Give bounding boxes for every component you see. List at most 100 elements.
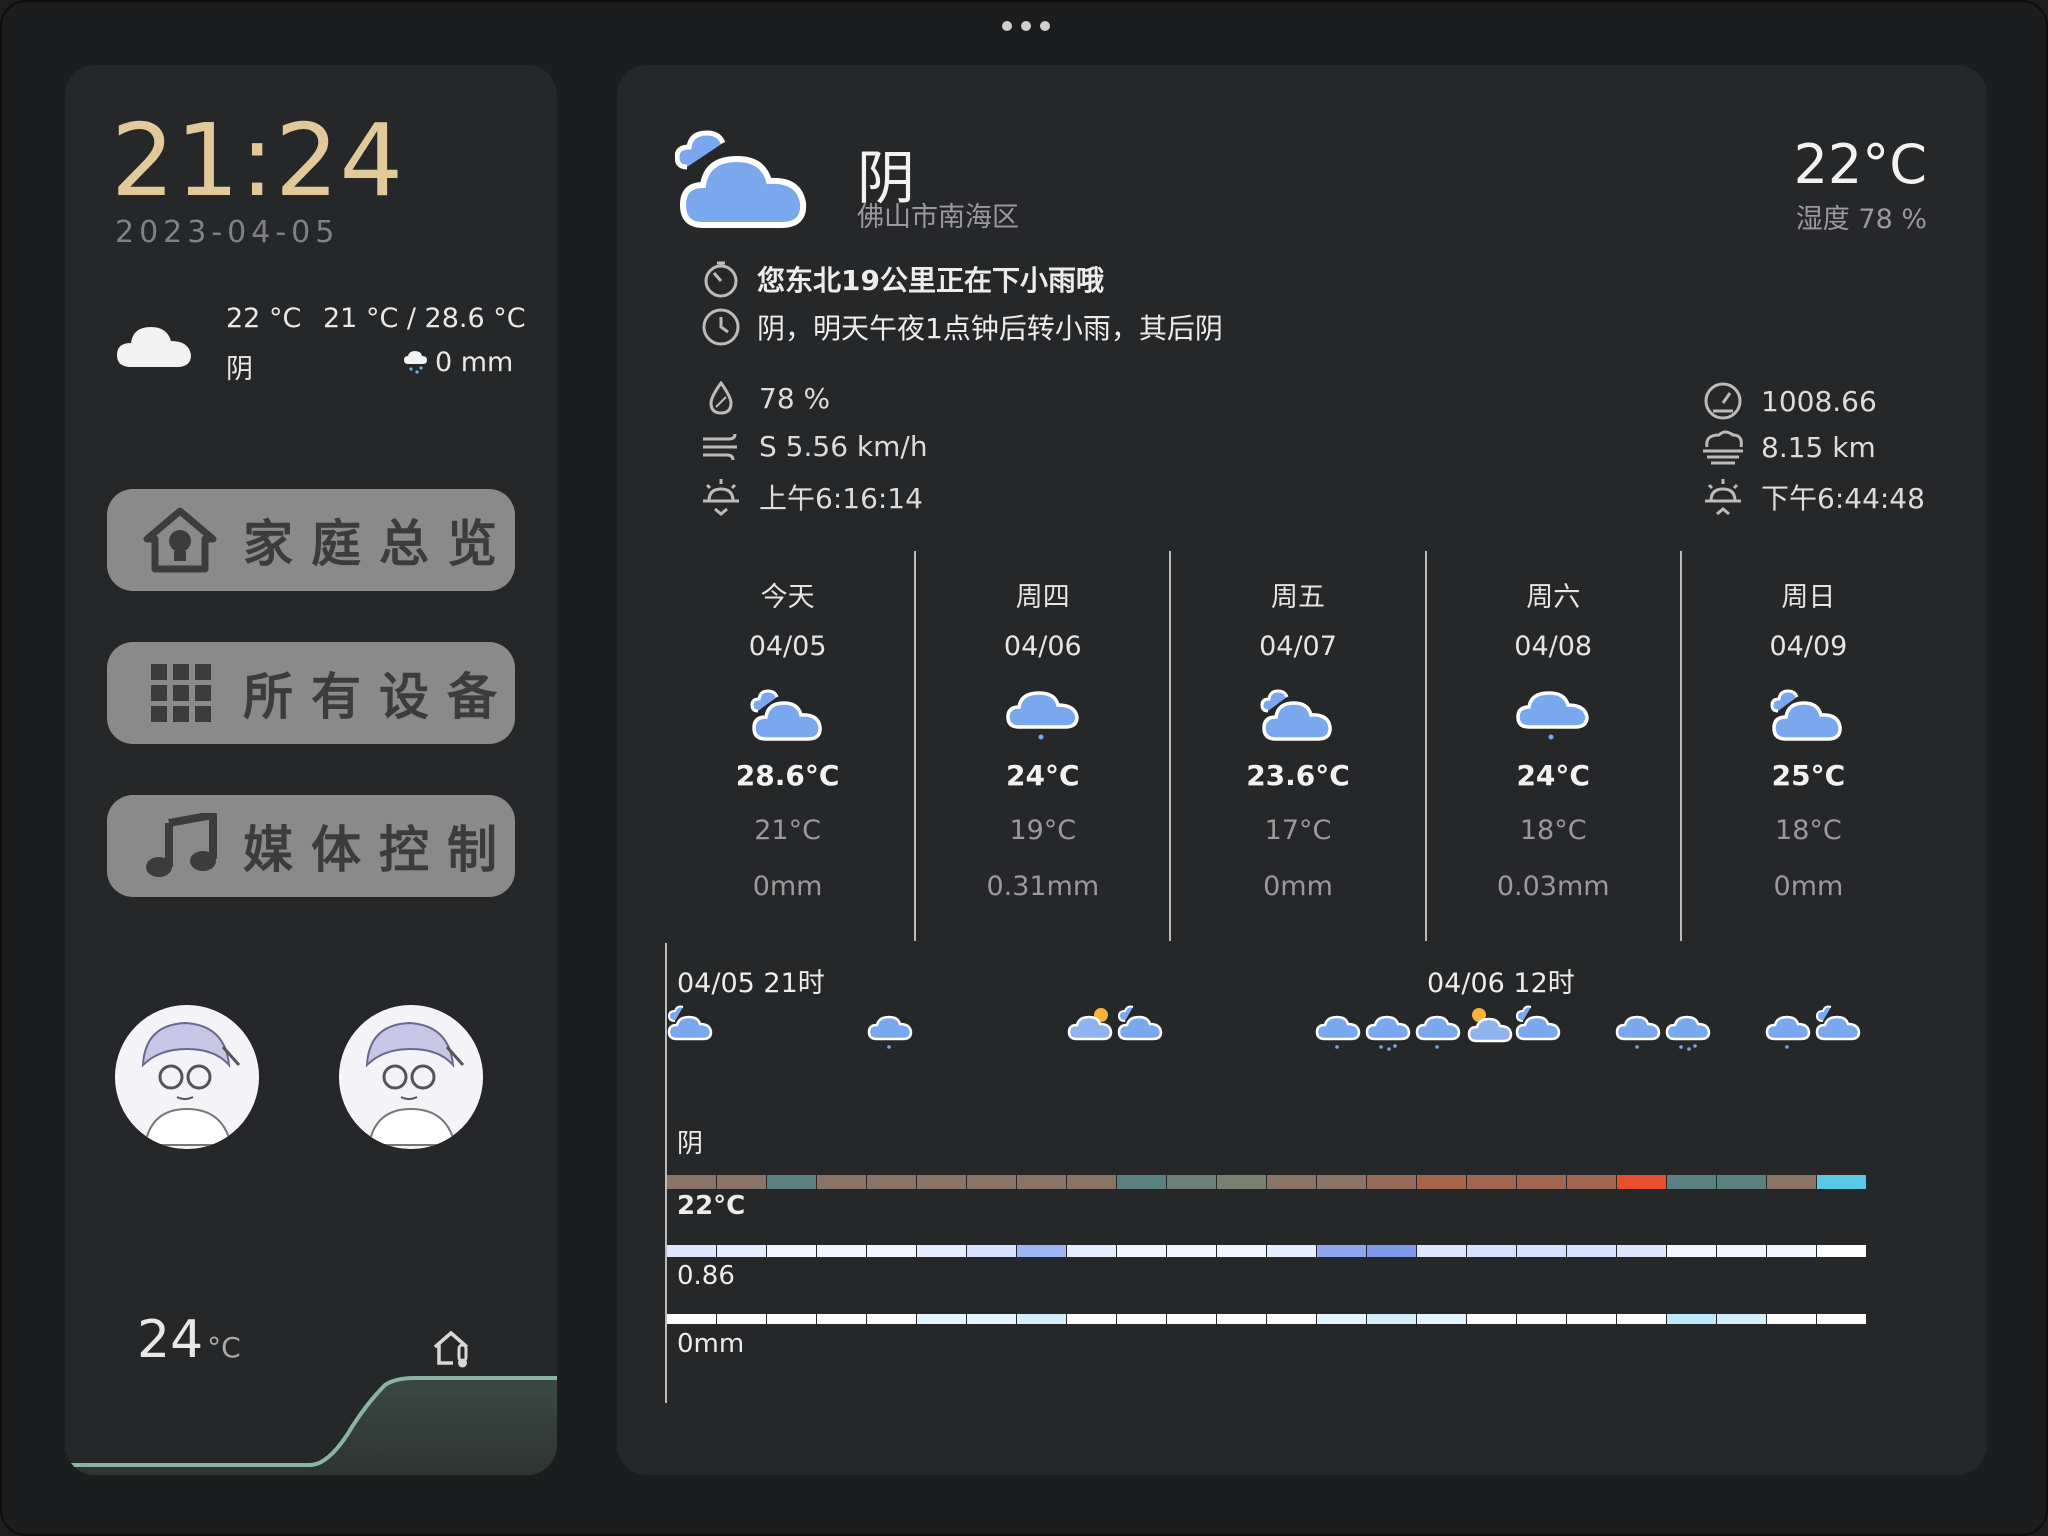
hourly-temperature-bar [667,1175,1867,1189]
hourly-precip-cell [1017,1314,1066,1324]
hourly-precip-cell [1067,1314,1116,1324]
avatar[interactable] [339,1005,483,1149]
home-thermometer-icon[interactable] [431,1327,473,1369]
hourly-temp-cell [1317,1175,1366,1189]
light-rain-icon [1415,1015,1461,1049]
avatar[interactable] [115,1005,259,1149]
hourly-precip-cell [967,1314,1016,1324]
avatar-image [339,1005,483,1149]
stat-humidity: 78 % [697,381,830,415]
hourly-temp-cell [717,1175,766,1189]
light-rain-icon [1516,691,1589,740]
day-date: 04/06 [1003,631,1082,662]
hourly-precip-cell [767,1314,816,1324]
daily-forecast: 今天 04/05 28.6°C 21°C 0mm 周四 04/06 24°C 1… [661,551,1935,941]
hourly-temp-cell [1667,1175,1716,1189]
day-precip: 0mm [1263,871,1333,902]
hourly-icons-row [667,1005,1861,1051]
current-temperature: 22°C [1793,133,1927,196]
hourly-precip-bar [667,1314,1867,1324]
hourly-temp-cell [1067,1175,1116,1189]
nearby-rain-alert: 您东北19公里正在下小雨哦 [697,255,1104,303]
grid-icon [151,664,211,722]
hourly-precip-cell [1267,1314,1316,1324]
daily-forecast-day[interactable]: 今天 04/05 28.6°C 21°C 0mm [661,551,917,941]
day-high: 24°C [1516,759,1590,792]
hourly-cloud-cell [1217,1245,1266,1257]
hourly-cloud-cell [1117,1245,1166,1257]
daily-forecast-day[interactable]: 周五 04/07 23.6°C 17°C 0mm [1171,551,1427,941]
hourly-precip-cell [667,1314,716,1324]
visibility-fog-icon [1703,430,1743,465]
hourly-cloud-cell [1267,1245,1316,1257]
hourly-start-label: 04/05 21时 [677,968,825,999]
hourly-precip-cell [1567,1314,1616,1324]
day-low: 18°C [1775,815,1842,846]
clock-time: 21:24 [111,102,405,219]
stat-visibility: 8.15 km [1699,429,1876,465]
home-overview-button[interactable]: 家庭总览 [107,489,515,591]
hourly-temp-cell [1717,1175,1766,1189]
clock-icon [702,308,740,346]
day-name: 周四 [1015,582,1070,613]
stat-pressure-value: 1008.66 [1761,384,1877,418]
hourly-cloud-cell [1367,1245,1416,1257]
hourly-cloud-cell [767,1245,816,1257]
hourly-cloud-cell [1417,1245,1466,1257]
day-precip: 0mm [1773,871,1844,902]
mini-weather-precip: 0 mm [435,347,514,378]
media-control-button[interactable]: 媒体控制 [107,795,515,897]
hourly-cloud-label: 0.86 [677,1261,735,1291]
day-low: 21°C [754,815,821,846]
day-date: 04/09 [1769,631,1848,662]
hourly-cloud-cell [917,1245,966,1257]
hourly-cloud-cell [667,1245,716,1257]
partly-cloudy-day-icon [1067,1008,1113,1041]
hourly-precip-label: 0mm [677,1329,745,1359]
timer-icon [704,261,738,298]
day-high: 24°C [1006,759,1080,792]
forecast-summary-text: 阴，明天午夜1点钟后转小雨，其后阴 [757,312,1223,345]
hourly-temp-cell [967,1175,1016,1189]
sidebar-panel: 21:24 2023-04-05 22 °C 21 °C / 28.6 °C 阴… [65,65,557,1475]
hourly-cloud-cell [717,1245,766,1257]
dashboard-screen: 21:24 2023-04-05 22 °C 21 °C / 28.6 °C 阴… [0,0,2048,1536]
light-rain-icon [1006,691,1079,740]
weather-location: 佛山市南海区 [857,202,1019,233]
home-bulb-icon [143,507,217,573]
hourly-cloud-cell [1517,1245,1566,1257]
hourly-precip-cell [1467,1314,1516,1324]
clock-date: 2023-04-05 [115,215,340,250]
indoor-temp-value: 24 [137,1310,204,1370]
forecast-summary: 阴，明天午夜1点钟后转小雨，其后阴 [697,303,1223,351]
hourly-temp-cell [917,1175,966,1189]
hourly-temp-cell [1117,1175,1166,1189]
daily-forecast-day[interactable]: 周四 04/06 24°C 19°C 0.31mm [916,551,1172,941]
hourly-temp-cell [1467,1175,1516,1189]
all-devices-button[interactable]: 所有设备 [107,642,515,744]
hourly-temp-cell [1217,1175,1266,1189]
partly-cloudy-icon [1260,689,1332,741]
hourly-cloud-cell [817,1245,866,1257]
pressure-gauge-icon [1704,382,1742,420]
indoor-temperature: 24 °C [137,1310,241,1370]
stat-sunrise: 上午6:16:14 [697,477,923,517]
light-rain-icon [867,1015,913,1049]
more-dots-icon[interactable] [1002,18,1050,34]
light-rain-icon [1315,1015,1361,1049]
mini-weather-range: 21 °C / 28.6 °C [323,303,526,334]
cloud-icon [117,327,191,367]
stat-wind: S 5.56 km/h [697,429,928,463]
partly-cloudy-icon [1770,689,1843,741]
hourly-precip-cell [1367,1314,1416,1324]
partly-cloudy-icon [1815,1005,1861,1041]
media-control-label: 媒体控制 [243,821,515,879]
hourly-precip-cell [1417,1314,1466,1324]
daily-forecast-day[interactable]: 周日 04/09 25°C 18°C 0mm [1682,551,1935,941]
sunrise-icon [703,479,739,516]
sunset-icon [1705,479,1741,516]
daily-forecast-day[interactable]: 周六 04/08 24°C 18°C 0.03mm [1427,551,1682,941]
humidity-icon [709,381,733,415]
hourly-cloud-cell [967,1245,1016,1257]
light-rain-icon [1615,1015,1661,1049]
